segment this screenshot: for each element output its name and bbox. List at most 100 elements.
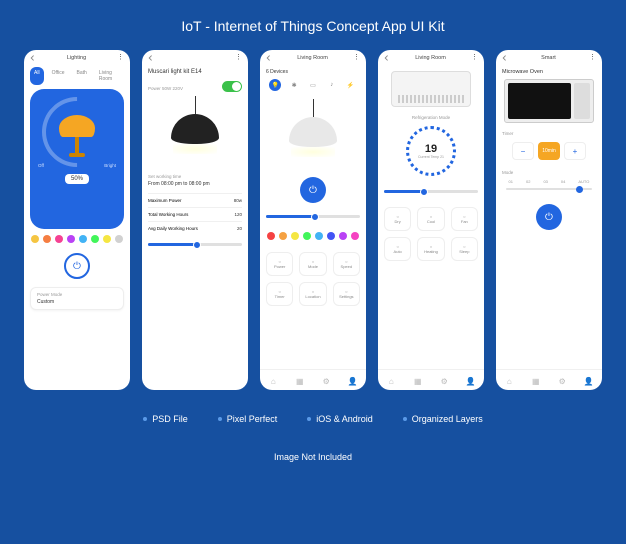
tab-all[interactable]: All bbox=[30, 67, 44, 85]
action-tile[interactable]: ○Timer bbox=[266, 282, 293, 306]
color-swatch[interactable] bbox=[327, 232, 335, 240]
nav-home-icon[interactable]: ⌂ bbox=[383, 374, 399, 388]
color-swatch[interactable] bbox=[315, 232, 323, 240]
brightness-dial[interactable]: Off Bright 50% bbox=[30, 89, 124, 229]
menu-icon[interactable]: ⋮ bbox=[117, 55, 124, 61]
device-type-tv-icon[interactable]: ▭ bbox=[307, 79, 319, 91]
menu-icon[interactable]: ⋮ bbox=[471, 55, 478, 61]
nav-profile-icon[interactable]: 👤 bbox=[463, 374, 479, 388]
tile-label: Heating bbox=[424, 249, 438, 254]
power-mode-card[interactable]: Power Mode Custom bbox=[30, 287, 124, 310]
timer-increase-button[interactable]: + bbox=[564, 142, 586, 160]
bullet-icon bbox=[307, 417, 311, 421]
bullet-icon bbox=[218, 417, 222, 421]
mode-option[interactable]: 01 bbox=[509, 179, 513, 184]
power-toggle[interactable] bbox=[222, 81, 242, 92]
color-swatch[interactable] bbox=[303, 232, 311, 240]
action-tile[interactable]: ○Sleep bbox=[451, 237, 478, 261]
nav-profile-icon[interactable]: 👤 bbox=[345, 374, 361, 388]
color-swatch[interactable] bbox=[43, 235, 51, 243]
nav-settings-icon[interactable]: ⚙ bbox=[318, 374, 334, 388]
timer-value: 10min bbox=[538, 142, 560, 160]
power-button[interactable]: ⏻ bbox=[536, 204, 562, 230]
nav-home-icon[interactable]: ⌂ bbox=[501, 374, 517, 388]
tab-bath[interactable]: Bath bbox=[73, 67, 91, 85]
brightness-slider[interactable] bbox=[266, 215, 360, 218]
feature-label: Organized Layers bbox=[412, 414, 483, 424]
action-tile[interactable]: ○Dry bbox=[384, 207, 411, 231]
nav-home-icon[interactable]: ⌂ bbox=[265, 374, 281, 388]
action-tile[interactable]: ○Fan bbox=[451, 207, 478, 231]
back-icon[interactable] bbox=[502, 55, 508, 61]
screen-title: Lighting bbox=[67, 55, 86, 61]
action-tile[interactable]: ○Power bbox=[266, 252, 293, 276]
menu-icon[interactable]: ⋮ bbox=[235, 55, 242, 61]
pendant-lamp-icon bbox=[288, 99, 338, 169]
action-tile[interactable]: ○Location bbox=[299, 282, 326, 306]
action-tile[interactable]: ○Mode bbox=[299, 252, 326, 276]
tab-office[interactable]: Office bbox=[48, 67, 69, 85]
nav-settings-icon[interactable]: ⚙ bbox=[436, 374, 452, 388]
feature-item: PSD File bbox=[143, 414, 188, 424]
mode-option[interactable]: AUTO bbox=[578, 179, 589, 184]
action-tile[interactable]: ○Auto bbox=[384, 237, 411, 261]
brightness-slider[interactable] bbox=[148, 243, 242, 246]
device-name: Microwave Oven bbox=[502, 69, 596, 75]
color-swatch[interactable] bbox=[31, 235, 39, 243]
mode-grid: ○Dry○Cool ○Fan ○Auto○Heating ○Sleep bbox=[384, 207, 478, 261]
tab-living[interactable]: Living Room bbox=[95, 67, 124, 85]
color-swatch[interactable] bbox=[67, 235, 75, 243]
color-swatch[interactable] bbox=[267, 232, 275, 240]
nav-grid-icon[interactable]: ▦ bbox=[410, 374, 426, 388]
back-icon[interactable] bbox=[384, 55, 390, 61]
device-type-plug-icon[interactable]: ⚡ bbox=[345, 79, 357, 91]
device-type-row: 💡 ✱ ▭ ♪ ⚡ bbox=[266, 79, 360, 91]
color-swatch[interactable] bbox=[351, 232, 359, 240]
temperature-dial[interactable]: 19 Current Temp 21 bbox=[406, 126, 456, 176]
menu-icon[interactable]: ⋮ bbox=[353, 55, 360, 61]
device-type-light-icon[interactable]: 💡 bbox=[269, 79, 281, 91]
nav-settings-icon[interactable]: ⚙ bbox=[554, 374, 570, 388]
tile-label: Power bbox=[274, 264, 285, 269]
color-swatch[interactable] bbox=[79, 235, 87, 243]
back-icon[interactable] bbox=[30, 55, 36, 61]
mode-labels: 01 02 03 04 AUTO bbox=[502, 179, 596, 184]
device-type-speaker-icon[interactable]: ♪ bbox=[326, 79, 338, 91]
mode-option[interactable]: 03 bbox=[543, 179, 547, 184]
schedule-value: From 08:00 pm to 08:00 pm bbox=[148, 181, 242, 187]
action-tile[interactable]: ○Cool bbox=[417, 207, 444, 231]
power-mode-value: Custom bbox=[37, 299, 117, 305]
action-tile[interactable]: ○Settings bbox=[333, 282, 360, 306]
mode-option[interactable]: 04 bbox=[561, 179, 565, 184]
temperature-slider[interactable] bbox=[384, 190, 478, 193]
color-swatch[interactable] bbox=[291, 232, 299, 240]
nav-grid-icon[interactable]: ▦ bbox=[292, 374, 308, 388]
timer-label: Timer bbox=[502, 131, 596, 136]
menu-icon[interactable]: ⋮ bbox=[589, 55, 596, 61]
screen-title: Living Room bbox=[297, 55, 328, 61]
device-type-fan-icon[interactable]: ✱ bbox=[288, 79, 300, 91]
power-button[interactable]: ⏻ bbox=[64, 253, 90, 279]
mode-slider[interactable] bbox=[506, 188, 592, 190]
action-tile[interactable]: ○Heating bbox=[417, 237, 444, 261]
features-row: PSD FilePixel PerfectiOS & AndroidOrgani… bbox=[143, 414, 483, 424]
color-swatch[interactable] bbox=[103, 235, 111, 243]
power-mode-label: Power Mode bbox=[37, 292, 117, 297]
color-swatch[interactable] bbox=[279, 232, 287, 240]
category-tabs: All Office Bath Living Room bbox=[30, 67, 124, 85]
feature-label: PSD File bbox=[152, 414, 188, 424]
mode-option[interactable]: 02 bbox=[526, 179, 530, 184]
timer-decrease-button[interactable]: − bbox=[512, 142, 534, 160]
back-icon[interactable] bbox=[148, 55, 154, 61]
screen-room-devices: Living Room ⋮ 6 Devices 💡 ✱ ▭ ♪ ⚡ ⏻ ○Pow… bbox=[260, 50, 366, 390]
tile-label: Speed bbox=[341, 264, 353, 269]
color-swatch[interactable] bbox=[55, 235, 63, 243]
color-swatch[interactable] bbox=[339, 232, 347, 240]
back-icon[interactable] bbox=[266, 55, 272, 61]
color-swatch[interactable] bbox=[91, 235, 99, 243]
power-button[interactable]: ⏻ bbox=[300, 177, 326, 203]
nav-grid-icon[interactable]: ▦ bbox=[528, 374, 544, 388]
action-tile[interactable]: ○Speed bbox=[333, 252, 360, 276]
nav-profile-icon[interactable]: 👤 bbox=[581, 374, 597, 388]
color-swatch[interactable] bbox=[115, 235, 123, 243]
